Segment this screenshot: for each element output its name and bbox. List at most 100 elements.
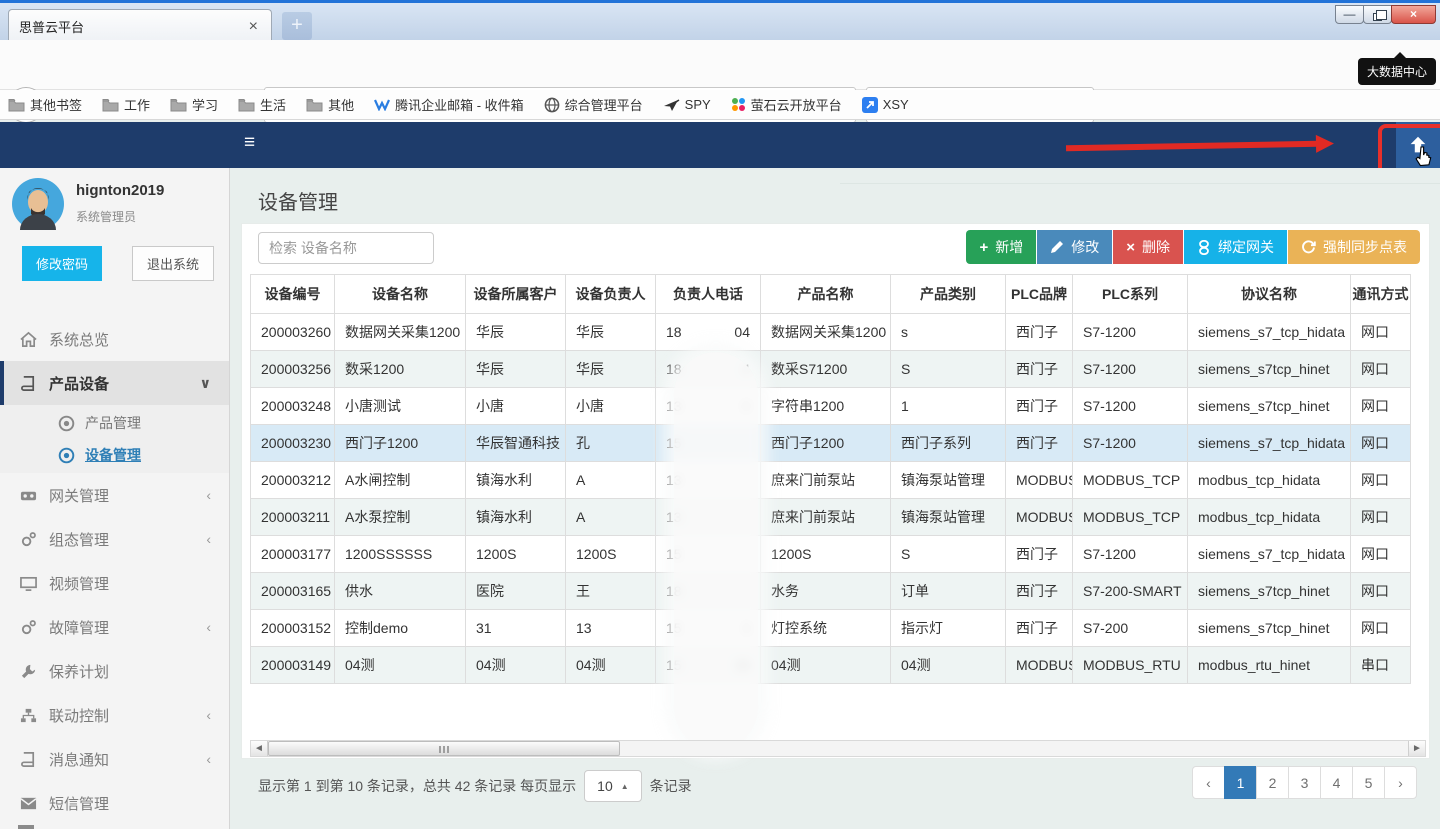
page-button-2[interactable]: 2 [1256, 766, 1289, 799]
col-header[interactable]: PLC品牌 [1006, 275, 1073, 314]
delete-button[interactable]: × 删除 [1113, 230, 1183, 264]
sidebar-item-linkage[interactable]: 联动控制 ‹ [0, 693, 229, 737]
scrollbar-thumb[interactable] [268, 741, 620, 756]
cell: 串口 [1351, 647, 1411, 684]
page-button-4[interactable]: 4 [1320, 766, 1353, 799]
folder-icon [8, 98, 25, 112]
sidebar-item-product-device[interactable]: 产品设备 ∨ [0, 361, 229, 405]
cell: 西门子系列 [891, 425, 1006, 462]
sidebar-item-video[interactable]: 视频管理 [0, 561, 229, 605]
col-header[interactable]: 设备名称 [335, 275, 466, 314]
page-button-3[interactable]: 3 [1288, 766, 1321, 799]
col-header[interactable]: 协议名称 [1188, 275, 1351, 314]
color-dots-icon [731, 97, 746, 112]
cell: S7-200 [1073, 610, 1188, 647]
browser-tab[interactable]: 思普云平台 × [8, 9, 272, 43]
bookmark-link[interactable]: 萤石云开放平台 [731, 95, 842, 114]
edit-button[interactable]: 修改 [1037, 230, 1112, 264]
table-row[interactable]: 200003248小唐测试小唐小唐130字符串12001西门子S7-1200si… [251, 388, 1411, 425]
bookmark-folder[interactable]: 其他书签 [8, 95, 82, 114]
close-button[interactable]: × [1391, 5, 1436, 24]
caret-up-icon: ▲ [621, 782, 629, 791]
sidebar-item-fault[interactable]: 故障管理 ‹ [0, 605, 229, 649]
table-row[interactable]: 2000031771200SSSSSS1200S1200S151200SS西门子… [251, 536, 1411, 573]
add-button[interactable]: + 新增 [966, 230, 1036, 264]
profile-actions: 修改密码 退出系统 [0, 228, 229, 281]
cell: 04测 [335, 647, 466, 684]
cell: 镇海泵站管理 [891, 499, 1006, 536]
scroll-left-icon[interactable]: ◄ [251, 741, 268, 756]
sidebar-item-device-mgmt[interactable]: 设备管理 [0, 439, 229, 471]
next-page-button[interactable]: › [1384, 766, 1417, 799]
page-button-1[interactable]: 1 [1224, 766, 1257, 799]
logout-button[interactable]: 退出系统 [132, 246, 214, 281]
cell: MODBUS_TCP [1073, 499, 1188, 536]
cell: 西门子 [1006, 610, 1073, 647]
col-header[interactable]: 设备所属客户 [466, 275, 566, 314]
table-row[interactable]: 200003211A水泵控制镇海水利A13庶来门前泵站镇海泵站管理MODBUSM… [251, 499, 1411, 536]
bookmark-link[interactable]: SPY [663, 97, 711, 112]
sidebar-item-maintenance[interactable]: 保养计划 [0, 649, 229, 693]
bookmark-folder[interactable]: 其他 [306, 95, 354, 114]
cell: 华辰智通科技 [466, 425, 566, 462]
table-row[interactable]: 200003165供水医院王18水务订单西门子S7-200-SMARTsieme… [251, 573, 1411, 610]
cell: 1200SSSSSS [335, 536, 466, 573]
table-row[interactable]: 200003256数采1200华辰华辰184数采S71200S西门子S7-120… [251, 351, 1411, 388]
app-menu-toggle-icon[interactable]: ≡ [244, 132, 255, 154]
col-header[interactable]: 设备负责人 [566, 275, 656, 314]
table-row[interactable]: 200003152控制demo3113153灯控系统指示灯西门子S7-200si… [251, 610, 1411, 647]
cell: MODBUS [1006, 462, 1073, 499]
bookmark-folder[interactable]: 学习 [170, 95, 218, 114]
page-size-dropdown[interactable]: 10 ▲ [584, 770, 642, 802]
bookmark-link[interactable]: 综合管理平台 [544, 95, 643, 114]
sidebar-item-gateway[interactable]: 网关管理 ‹ [0, 473, 229, 517]
sidebar-item-hmi[interactable]: 组态管理 ‹ [0, 517, 229, 561]
page-title: 设备管理 [258, 186, 338, 215]
bookmark-folder[interactable]: 生活 [238, 95, 286, 114]
device-search-input[interactable] [258, 232, 434, 264]
page-button-5[interactable]: 5 [1352, 766, 1385, 799]
bookmark-link[interactable]: 腾讯企业邮箱 - 收件箱 [374, 95, 524, 114]
new-tab-button[interactable]: + [282, 12, 312, 40]
envelope-icon [20, 795, 37, 812]
col-header[interactable]: 负责人电话 [656, 275, 761, 314]
col-header[interactable]: 产品名称 [761, 275, 891, 314]
tencent-mail-icon [374, 98, 390, 111]
cell: 200003149 [251, 647, 335, 684]
sidebar-item-notification[interactable]: 消息通知 ‹ [0, 737, 229, 781]
minimize-button[interactable]: — [1335, 5, 1364, 24]
cell: S7-1200 [1073, 314, 1188, 351]
cell: 网口 [1351, 351, 1411, 388]
bind-gateway-button[interactable]: 绑定网关 [1184, 230, 1287, 264]
cell: siemens_s7tcp_hinet [1188, 610, 1351, 647]
bookmark-folder[interactable]: 工作 [102, 95, 150, 114]
cell: 王 [566, 573, 656, 610]
col-header[interactable]: 产品类别 [891, 275, 1006, 314]
sidebar-item-overview[interactable]: 系统总览 [0, 317, 229, 361]
table-row[interactable]: 200003230西门子1200华辰智通科技孔15西门子1200西门子系列西门子… [251, 425, 1411, 462]
sidebar-item-sms[interactable]: 短信管理 [0, 781, 229, 825]
bigdata-center-button[interactable] [1396, 122, 1440, 168]
table-row[interactable]: 200003260数据网关采集1200华辰华辰1804数据网关采集1200s西门… [251, 314, 1411, 351]
col-header[interactable]: 设备编号 [251, 275, 335, 314]
prev-page-button[interactable]: ‹ [1192, 766, 1225, 799]
bookmark-link[interactable]: XSY [862, 97, 909, 113]
col-header[interactable]: 通讯方式 [1351, 275, 1411, 314]
cell: 西门子 [1006, 425, 1073, 462]
restore-button[interactable] [1363, 5, 1392, 24]
sidebar-item-product-mgmt[interactable]: 产品管理 [0, 407, 229, 439]
table-row[interactable]: 200003212A水闸控制镇海水利A13庶来门前泵站镇海泵站管理MODBUSM… [251, 462, 1411, 499]
avatar[interactable] [12, 178, 64, 230]
force-sync-button[interactable]: 强制同步点表 [1288, 230, 1420, 264]
tab-close-icon[interactable]: × [246, 20, 261, 34]
col-header[interactable]: PLC系列 [1073, 275, 1188, 314]
cell: 200003211 [251, 499, 335, 536]
monitor-icon [20, 575, 37, 592]
change-password-button[interactable]: 修改密码 [22, 246, 102, 281]
cell: 200003260 [251, 314, 335, 351]
scroll-right-icon[interactable]: ► [1408, 741, 1425, 756]
table-row[interactable]: 20000314904测04测04测153804测04测MODBUSMODBUS… [251, 647, 1411, 684]
cell: 字符串1200 [761, 388, 891, 425]
device-table: 设备编号 设备名称 设备所属客户 设备负责人 负责人电话 产品名称 产品类别 P… [250, 274, 1411, 684]
horizontal-scrollbar[interactable]: ◄ ► [250, 740, 1426, 757]
